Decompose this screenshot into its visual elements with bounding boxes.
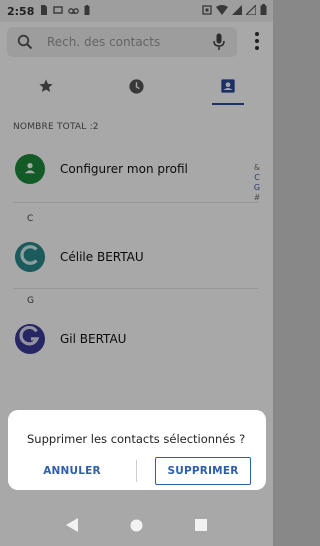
navigation-bar [0, 504, 273, 546]
cancel-button[interactable]: ANNULER [18, 457, 126, 485]
contacts-screen: 2:58 Rech. des contacts NOMBRE TOTAL:2 … [0, 0, 273, 546]
button-separator [136, 460, 137, 482]
dialog-message: Supprimer les contacts sélectionnés ? [27, 432, 246, 446]
home-icon[interactable] [125, 514, 147, 536]
recent-apps-icon[interactable] [190, 514, 212, 536]
confirm-delete-dialog: Supprimer les contacts sélectionnés ? AN… [8, 410, 266, 490]
delete-button[interactable]: SUPPRIMER [155, 457, 251, 485]
back-icon[interactable] [61, 514, 83, 536]
